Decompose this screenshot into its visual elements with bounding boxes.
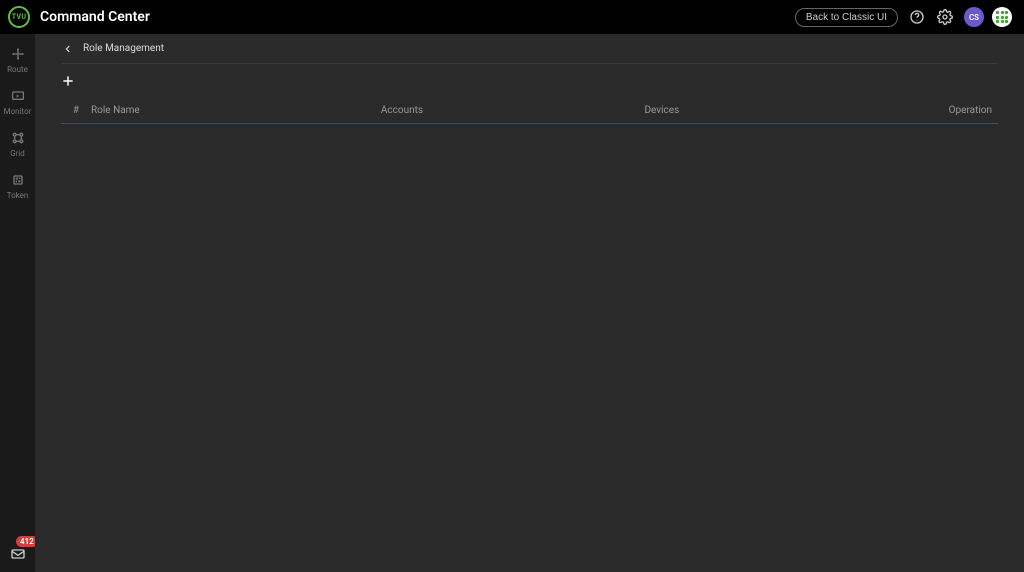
- apps-menu-icon[interactable]: [992, 7, 1012, 27]
- sidebar-item-label: Token: [7, 191, 29, 200]
- brand-logo: TVU: [8, 6, 30, 28]
- user-avatar[interactable]: CS: [964, 7, 984, 27]
- plus-icon: [61, 74, 75, 88]
- column-header-number: #: [61, 105, 91, 116]
- toolbar: [61, 64, 998, 98]
- back-to-classic-button[interactable]: Back to Classic UI: [795, 8, 898, 27]
- route-icon: [10, 46, 26, 62]
- sidebar-item-token[interactable]: Token: [0, 166, 35, 208]
- main-content: Role Management # Role Name Accounts Dev…: [35, 34, 1024, 572]
- avatar-initials: CS: [969, 13, 979, 22]
- column-header-operation: Operation: [908, 105, 998, 116]
- help-icon[interactable]: [908, 8, 926, 26]
- gear-icon[interactable]: [936, 8, 954, 26]
- grid-icon: [10, 130, 26, 146]
- sidebar-item-route[interactable]: Route: [0, 40, 35, 82]
- app-header: TVU Command Center Back to Classic UI CS: [0, 0, 1024, 34]
- brand-logo-text: TVU: [12, 13, 26, 21]
- column-header-accounts: Accounts: [381, 105, 645, 116]
- column-header-role-name: Role Name: [91, 105, 381, 116]
- add-role-button[interactable]: [59, 72, 77, 90]
- inbox-button[interactable]: 412: [0, 546, 35, 572]
- column-header-devices: Devices: [644, 105, 908, 116]
- app-title: Command Center: [40, 9, 150, 25]
- monitor-icon: [10, 88, 26, 104]
- token-icon: [10, 172, 26, 188]
- left-sidebar: Route Monitor Grid Token 412: [0, 34, 35, 572]
- sidebar-item-label: Route: [7, 65, 28, 74]
- table-header-row: # Role Name Accounts Devices Operation: [61, 98, 998, 124]
- sidebar-item-monitor[interactable]: Monitor: [0, 82, 35, 124]
- sidebar-item-label: Grid: [10, 149, 25, 158]
- mail-icon: [10, 546, 26, 562]
- sidebar-item-grid[interactable]: Grid: [0, 124, 35, 166]
- roles-table: # Role Name Accounts Devices Operation: [61, 98, 998, 124]
- chevron-left-icon: [63, 44, 73, 54]
- page-title: Role Management: [83, 43, 164, 54]
- back-button[interactable]: [61, 42, 75, 56]
- breadcrumb: Role Management: [61, 34, 998, 64]
- sidebar-item-label: Monitor: [4, 107, 32, 116]
